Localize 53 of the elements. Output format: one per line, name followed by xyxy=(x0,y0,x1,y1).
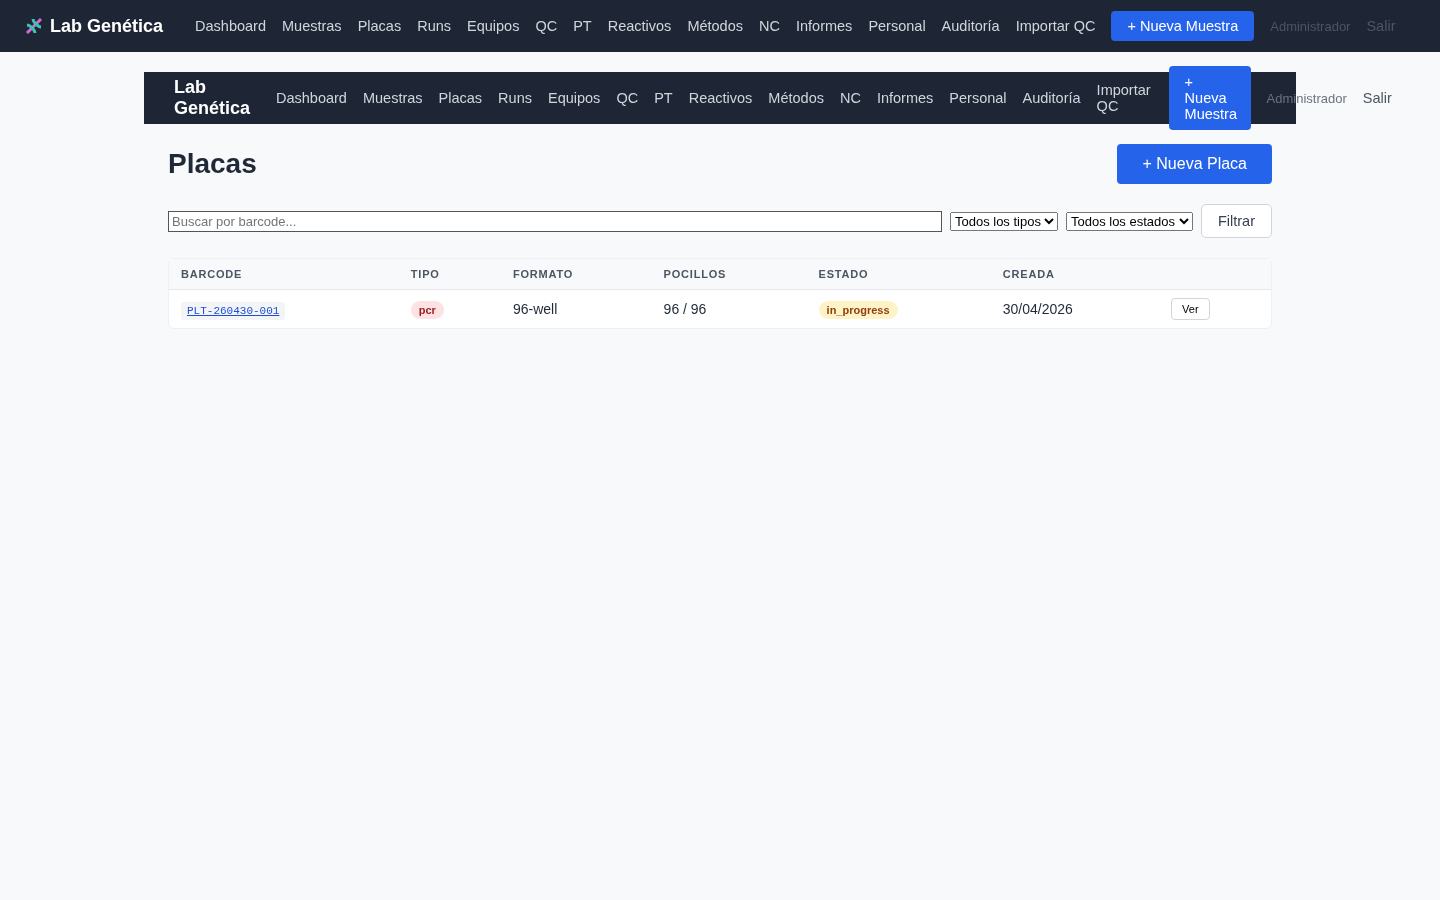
nav-link[interactable]: Personal xyxy=(868,18,926,34)
column-header: BARCODE xyxy=(169,259,399,290)
nav-link[interactable]: Runs xyxy=(498,90,532,106)
column-header: CREADA xyxy=(990,259,1160,290)
nav-link[interactable]: PT xyxy=(573,18,592,34)
new-sample-button[interactable]: + Nueva Muestra xyxy=(1111,11,1255,41)
nav-link[interactable]: Métodos xyxy=(687,18,743,34)
nav-link[interactable]: QC xyxy=(535,18,558,34)
nav-link[interactable]: Informes xyxy=(795,18,853,34)
table-cell: 96 / 96 xyxy=(663,301,707,317)
filter-button[interactable]: Filtrar xyxy=(1200,204,1272,238)
nav-link[interactable]: Muestras xyxy=(362,90,423,106)
status-badge: in_progress xyxy=(818,301,898,319)
column-header: ESTADO xyxy=(806,259,991,290)
status-select[interactable]: Todos los estados xyxy=(1065,211,1193,231)
nav-link[interactable]: Dashboard xyxy=(195,18,266,34)
nav-link[interactable]: NC xyxy=(759,18,780,34)
table-cell: 96-well xyxy=(512,301,558,317)
nav-link[interactable]: Equipos xyxy=(547,90,601,106)
nav-link[interactable]: Importar QC xyxy=(1015,18,1096,34)
nav-link[interactable]: PT xyxy=(654,90,673,106)
nav-link[interactable]: Métodos xyxy=(768,90,824,106)
nav-link[interactable]: Auditoría xyxy=(1022,90,1081,106)
column-header: FORMATO xyxy=(500,259,652,290)
type-select[interactable]: Todos los tipos xyxy=(949,211,1058,231)
nav-link[interactable]: NC xyxy=(839,90,861,106)
type-badge: pcr xyxy=(410,301,444,319)
view-button[interactable]: Ver xyxy=(1171,298,1210,320)
nav-link[interactable]: Importar QC xyxy=(1096,82,1153,114)
nav-link[interactable]: Personal xyxy=(949,90,1007,106)
nav-link[interactable]: Auditoría xyxy=(941,18,1000,34)
page-title: Placas xyxy=(168,148,257,180)
column-header: TIPO xyxy=(398,259,501,290)
nav-link[interactable]: Placas xyxy=(357,18,402,34)
brand-name: Lab Genética xyxy=(50,15,164,37)
nav-link[interactable]: Runs xyxy=(417,18,451,34)
nav-link[interactable]: Muestras xyxy=(282,18,342,34)
new-plate-button[interactable]: + Nueva Placa xyxy=(1117,144,1272,184)
nav-link[interactable]: Equipos xyxy=(467,18,520,34)
search-field[interactable]: Buscar por barcode... xyxy=(168,210,942,232)
barcode-link[interactable]: PLT-260430-001 xyxy=(181,302,286,320)
column-header: POCILLOS xyxy=(651,259,807,290)
nav-link[interactable]: Dashboard xyxy=(276,90,347,106)
dna-icon xyxy=(24,16,44,36)
logout-link[interactable]: Salir xyxy=(1362,90,1392,106)
nav-link[interactable]: QC xyxy=(616,90,639,106)
new-sample-button[interactable]: + Nueva Muestra xyxy=(1168,66,1251,130)
nav-link[interactable]: Reactivos xyxy=(688,90,753,106)
nav-link[interactable]: Placas xyxy=(438,90,483,106)
brand-name: Lab Genética xyxy=(174,77,251,119)
nav-link[interactable]: Informes xyxy=(876,90,934,106)
nav-link[interactable]: Reactivos xyxy=(607,18,672,34)
table-cell: 30/04/2026 xyxy=(1002,301,1073,317)
